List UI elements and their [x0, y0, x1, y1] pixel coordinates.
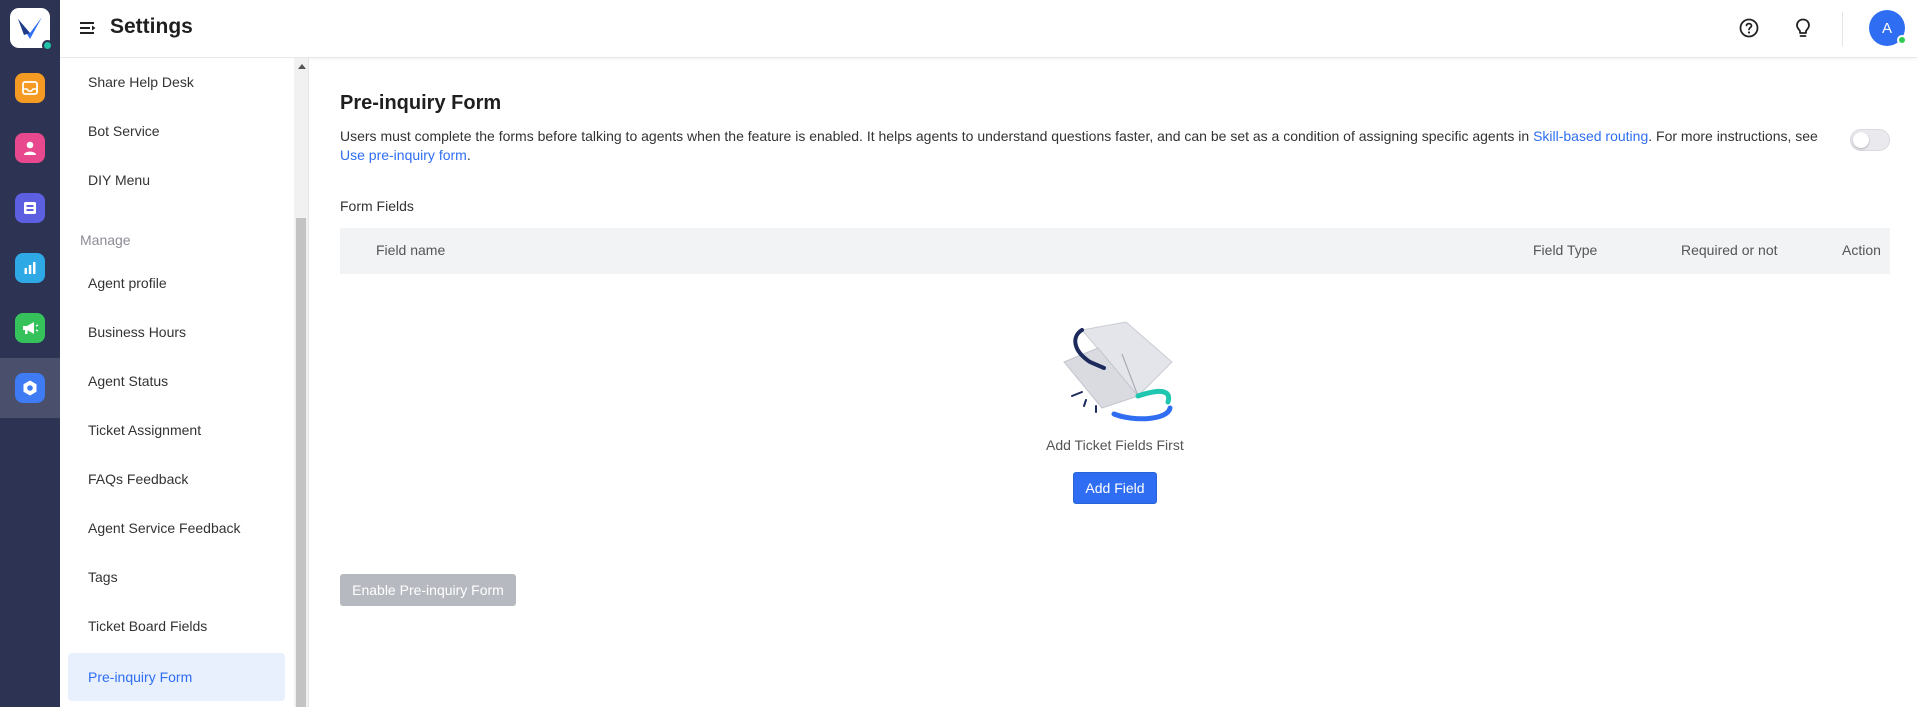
page-title: Pre-inquiry Form: [340, 92, 502, 114]
bird-logo-icon: [18, 17, 42, 39]
sidebar-item-faqs-feedback[interactable]: FAQs Feedback: [68, 455, 285, 503]
description-text: .: [466, 147, 471, 163]
page-header-title: Settings: [110, 15, 193, 38]
settings-sidebar: Share Help Desk Bot Service DIY Menu Man…: [60, 58, 294, 707]
sidebar-item-tags[interactable]: Tags: [68, 553, 285, 601]
use-pre-inquiry-form-link[interactable]: Use pre-inquiry form: [340, 147, 467, 163]
sidebar-item-agent-profile[interactable]: Agent profile: [68, 259, 285, 307]
column-required: Required or not: [1681, 242, 1778, 258]
menu-toggle-icon[interactable]: [79, 19, 97, 37]
sidebar-item-business-hours[interactable]: Business Hours: [68, 308, 285, 356]
sidebar-item-diy-menu[interactable]: DIY Menu: [68, 156, 285, 204]
skill-based-routing-link[interactable]: Skill-based routing: [1533, 128, 1648, 144]
sidebar-item-ticket-assignment[interactable]: Ticket Assignment: [68, 406, 285, 454]
pre-inquiry-toggle[interactable]: [1850, 129, 1890, 151]
sidebar-item-pre-inquiry-form[interactable]: Pre-inquiry Form: [68, 653, 285, 701]
toggle-knob: [1853, 132, 1869, 148]
header-divider: [1842, 12, 1843, 46]
add-field-button[interactable]: Add Field: [1073, 472, 1157, 504]
rail-item-settings[interactable]: [0, 358, 60, 418]
rail-item-analytics[interactable]: [0, 238, 60, 298]
app-rail: [0, 0, 60, 707]
empty-box-icon: [1063, 321, 1173, 422]
scrollbar-thumb[interactable]: [296, 218, 306, 707]
column-field-type: Field Type: [1533, 242, 1598, 258]
rail-item-campaigns[interactable]: [0, 298, 60, 358]
feature-description: Users must complete the forms before tal…: [340, 127, 1830, 165]
column-action: Action: [1842, 242, 1881, 258]
form-fields-table-header: Field name Field Type Required or not Ac…: [340, 228, 1890, 274]
contact-icon: [15, 133, 45, 163]
sidebar-item-share-help-desk[interactable]: Share Help Desk: [68, 58, 285, 106]
rail-item-inbox[interactable]: [0, 58, 60, 118]
column-field-name: Field name: [376, 242, 446, 258]
online-status-icon: [1897, 35, 1907, 45]
form-fields-label: Form Fields: [340, 198, 414, 214]
description-text: . For more instructions, see: [1648, 128, 1818, 144]
top-header: Settings A: [60, 0, 1917, 58]
megaphone-icon: [15, 313, 45, 343]
help-icon[interactable]: [1737, 16, 1761, 40]
rail-item-tickets[interactable]: [0, 178, 60, 238]
sidebar-scrollbar[interactable]: [294, 58, 309, 707]
description-text: Users must complete the forms before tal…: [340, 128, 1534, 144]
enable-pre-inquiry-form-button[interactable]: Enable Pre-inquiry Form: [340, 574, 516, 606]
chart-icon: [15, 253, 45, 283]
settings-hexagon-icon: [15, 373, 45, 403]
sidebar-item-agent-service-feedback[interactable]: Agent Service Feedback: [68, 504, 285, 552]
online-status-icon: [42, 40, 53, 51]
empty-state-illustration: [1060, 318, 1180, 435]
inbox-icon: [15, 73, 45, 103]
scroll-up-arrow-icon[interactable]: [298, 64, 306, 69]
empty-state-text: Add Ticket Fields First: [1046, 437, 1184, 453]
sidebar-group-manage: Manage: [80, 232, 131, 248]
sidebar-item-bot-service[interactable]: Bot Service: [68, 107, 285, 155]
rail-item-contacts[interactable]: [0, 118, 60, 178]
lightbulb-icon[interactable]: [1791, 16, 1815, 40]
app-logo[interactable]: [10, 8, 53, 51]
sidebar-item-agent-status[interactable]: Agent Status: [68, 357, 285, 405]
sidebar-item-ticket-board-fields[interactable]: Ticket Board Fields: [68, 602, 285, 650]
ticket-icon: [15, 193, 45, 223]
